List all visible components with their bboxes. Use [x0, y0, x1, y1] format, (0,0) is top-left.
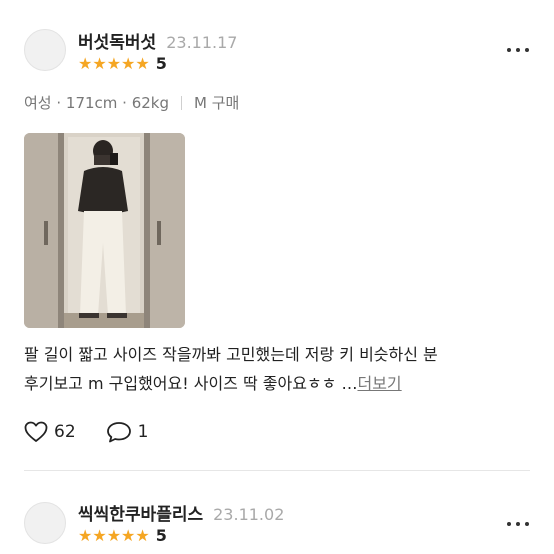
star-rating: ★ ★ ★ ★ ★	[78, 525, 150, 545]
review-card: 씩씩한쿠바플리스 23.11.02 ★ ★ ★ ★ ★ 5	[0, 480, 554, 554]
review-actions: 62 1	[24, 421, 148, 443]
heart-outline-icon	[24, 421, 48, 442]
star-icon: ★	[92, 53, 107, 73]
rating: ★ ★ ★ ★ ★ 5	[78, 54, 167, 73]
review-date: 23.11.17	[166, 33, 238, 52]
comment-button[interactable]: 1	[106, 421, 149, 443]
reviewer-meta: 여성 · 171cm · 62kg M 구매	[24, 92, 239, 113]
review-header: 버섯독버섯 23.11.17	[78, 28, 237, 53]
star-icon: ★	[78, 53, 93, 73]
read-more-link[interactable]: 더보기	[357, 374, 401, 393]
review-photo[interactable]	[24, 133, 185, 328]
avatar[interactable]	[24, 502, 66, 544]
star-icon: ★	[106, 53, 122, 73]
like-count: 62	[54, 422, 76, 442]
like-button[interactable]: 62	[24, 421, 76, 443]
more-horizontal-icon[interactable]	[504, 46, 532, 54]
speech-bubble-icon	[106, 422, 131, 443]
star-icon: ★	[92, 525, 107, 545]
review-text-line: 후기보고 m 구입했어요! 사이즈 딱 좋아요ㅎㅎ …더보기	[24, 369, 534, 398]
rating: ★ ★ ★ ★ ★ 5	[78, 526, 167, 545]
avatar[interactable]	[24, 29, 66, 71]
star-icon: ★	[78, 525, 93, 545]
reviewer-profile: 여성 · 171cm · 62kg	[24, 94, 169, 112]
review-photo-image	[24, 133, 185, 328]
rating-score: 5	[155, 526, 167, 545]
purchase-option: M 구매	[194, 94, 240, 112]
star-icon: ★	[106, 525, 122, 545]
review-body: 팔 길이 짧고 사이즈 작을까봐 고민했는데 저랑 키 비슷하신 분 후기보고 …	[24, 340, 534, 398]
review-text-line: 팔 길이 짧고 사이즈 작을까봐 고민했는데 저랑 키 비슷하신 분	[24, 345, 438, 364]
review-date: 23.11.02	[213, 505, 285, 524]
review-card: 버섯독버섯 23.11.17 ★ ★ ★ ★ ★ 5 여성 · 171cm · …	[0, 0, 554, 470]
username[interactable]: 버섯독버섯	[78, 28, 156, 53]
review-divider	[24, 470, 530, 471]
star-icon: ★	[135, 525, 150, 545]
comment-count: 1	[137, 422, 149, 442]
review-header: 씩씩한쿠바플리스 23.11.02	[78, 500, 284, 525]
more-horizontal-icon[interactable]	[504, 520, 532, 528]
username[interactable]: 씩씩한쿠바플리스	[78, 500, 203, 525]
star-icon: ★	[135, 53, 150, 73]
review-text-line-2: 후기보고 m 구입했어요! 사이즈 딱 좋아요ㅎㅎ …	[24, 374, 358, 393]
star-rating: ★ ★ ★ ★ ★	[78, 53, 150, 73]
meta-divider	[181, 95, 182, 110]
star-icon: ★	[121, 525, 136, 545]
star-icon: ★	[121, 53, 136, 73]
rating-score: 5	[155, 54, 167, 73]
